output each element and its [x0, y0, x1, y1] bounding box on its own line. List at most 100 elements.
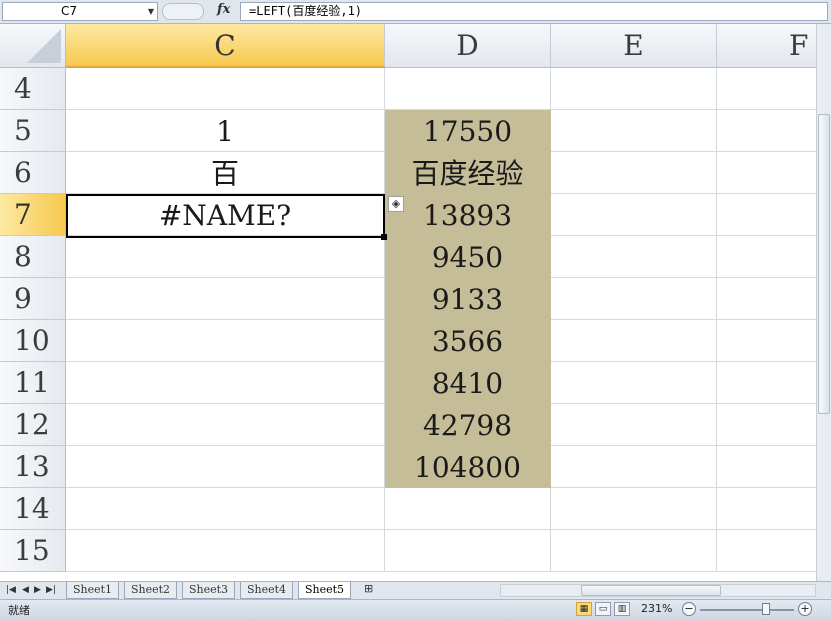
- sheet-tab-2[interactable]: Sheet2: [124, 582, 178, 599]
- sheet-tab-4[interactable]: Sheet4: [240, 582, 294, 599]
- formula-input[interactable]: =LEFT(百度经验,1): [240, 2, 828, 21]
- row-header-14[interactable]: 14: [0, 488, 66, 530]
- chevron-down-icon[interactable]: ▼: [148, 3, 154, 20]
- row-header-9[interactable]: 9: [0, 278, 66, 320]
- status-bar: 就绪 ▦ ▭ ▥ 231% − +: [0, 599, 831, 619]
- zoom-in-icon[interactable]: +: [798, 602, 812, 616]
- cell-f9[interactable]: [717, 278, 816, 320]
- select-all-button[interactable]: [0, 24, 66, 68]
- cell-d5[interactable]: 17550: [385, 110, 551, 152]
- row-header-13[interactable]: 13: [0, 446, 66, 488]
- row-header-12[interactable]: 12: [0, 404, 66, 446]
- formula-bar-resize-handle[interactable]: [162, 3, 204, 20]
- horizontal-scroll-thumb[interactable]: [581, 585, 721, 596]
- cell-f14[interactable]: [717, 488, 816, 530]
- cell-c12[interactable]: [66, 404, 385, 446]
- cell-e12[interactable]: [551, 404, 717, 446]
- row-header-4[interactable]: 4: [0, 68, 66, 110]
- cell-d13[interactable]: 104800: [385, 446, 551, 488]
- cell-f15[interactable]: [717, 530, 816, 572]
- cell-c13[interactable]: [66, 446, 385, 488]
- cell-d12[interactable]: 42798: [385, 404, 551, 446]
- cell-d11[interactable]: 8410: [385, 362, 551, 404]
- cell-d9[interactable]: 9133: [385, 278, 551, 320]
- prev-sheet-icon[interactable]: ◀: [22, 584, 29, 596]
- cell-f5[interactable]: [717, 110, 816, 152]
- next-sheet-icon[interactable]: ▶: [34, 584, 41, 596]
- sheet-tab-5[interactable]: Sheet5: [298, 582, 352, 599]
- zoom-level[interactable]: 231%: [641, 602, 672, 615]
- cell-c5[interactable]: 1: [66, 110, 385, 152]
- cell-e11[interactable]: [551, 362, 717, 404]
- insert-sheet-icon[interactable]: ⊞: [364, 583, 373, 595]
- row-header-11[interactable]: 11: [0, 362, 66, 404]
- formula-text: =LEFT(百度经验,1): [249, 4, 363, 18]
- cell-c15[interactable]: [66, 530, 385, 572]
- first-sheet-icon[interactable]: |◀: [6, 584, 16, 596]
- cell-e6[interactable]: [551, 152, 717, 194]
- cell-d10[interactable]: 3566: [385, 320, 551, 362]
- cell-d14[interactable]: [385, 488, 551, 530]
- row-header-8[interactable]: 8: [0, 236, 66, 278]
- cell-c6[interactable]: 百: [66, 152, 385, 194]
- cell-e4[interactable]: [551, 68, 717, 110]
- page-break-preview-icon[interactable]: ▥: [614, 602, 630, 616]
- cell-c7[interactable]: #NAME?: [66, 194, 385, 236]
- cell-e7[interactable]: [551, 194, 717, 236]
- cell-e14[interactable]: [551, 488, 717, 530]
- fill-handle[interactable]: [381, 234, 387, 240]
- cell-e15[interactable]: [551, 530, 717, 572]
- row-header-10[interactable]: 10: [0, 320, 66, 362]
- cell-d7[interactable]: 13893: [385, 194, 551, 236]
- cell-c9[interactable]: [66, 278, 385, 320]
- cell-f13[interactable]: [717, 446, 816, 488]
- page-layout-icon[interactable]: ▭: [595, 602, 611, 616]
- cell-d6[interactable]: 百度经验: [385, 152, 551, 194]
- cell-e10[interactable]: [551, 320, 717, 362]
- cell-c4[interactable]: [66, 68, 385, 110]
- row-header-5[interactable]: 5: [0, 110, 66, 152]
- cell-f7[interactable]: [717, 194, 816, 236]
- cell-d15[interactable]: [385, 530, 551, 572]
- name-box-value: C7: [61, 4, 78, 18]
- cell-f10[interactable]: [717, 320, 816, 362]
- worksheet-grid: C D E F 4 5 6 7 8 9 10 11 12 13 14 15 1 …: [0, 24, 816, 581]
- column-header-f[interactable]: F: [717, 24, 816, 68]
- cell-f12[interactable]: [717, 404, 816, 446]
- vertical-scrollbar[interactable]: [816, 24, 831, 581]
- formula-bar: C7 ▼ fx =LEFT(百度经验,1): [0, 0, 831, 24]
- zoom-slider-thumb[interactable]: [762, 603, 770, 615]
- row-header-15[interactable]: 15: [0, 530, 66, 572]
- column-header-e[interactable]: E: [551, 24, 717, 68]
- cell-d4[interactable]: [385, 68, 551, 110]
- vertical-scroll-thumb[interactable]: [818, 114, 830, 414]
- sheet-tab-bar: |◀ ◀ ▶ ▶| Sheet1 Sheet2 Sheet3 Sheet4 Sh…: [0, 581, 831, 599]
- cell-e13[interactable]: [551, 446, 717, 488]
- sheet-tab-1[interactable]: Sheet1: [66, 582, 120, 599]
- name-box[interactable]: C7 ▼: [2, 2, 158, 21]
- insert-function-icon[interactable]: fx: [217, 2, 230, 17]
- zoom-slider[interactable]: [700, 609, 794, 611]
- row-header-7[interactable]: 7: [0, 194, 66, 236]
- cell-e8[interactable]: [551, 236, 717, 278]
- cell-f6[interactable]: [717, 152, 816, 194]
- row-header-6[interactable]: 6: [0, 152, 66, 194]
- last-sheet-icon[interactable]: ▶|: [46, 584, 56, 596]
- cell-d8[interactable]: 9450: [385, 236, 551, 278]
- cell-c8[interactable]: [66, 236, 385, 278]
- cell-f4[interactable]: [717, 68, 816, 110]
- cell-e5[interactable]: [551, 110, 717, 152]
- zoom-out-icon[interactable]: −: [682, 602, 696, 616]
- cell-f8[interactable]: [717, 236, 816, 278]
- cell-c11[interactable]: [66, 362, 385, 404]
- column-header-c[interactable]: C: [66, 24, 385, 68]
- normal-view-icon[interactable]: ▦: [576, 602, 592, 616]
- sheet-tab-3[interactable]: Sheet3: [182, 582, 236, 599]
- horizontal-scrollbar[interactable]: [500, 584, 816, 597]
- cell-f11[interactable]: [717, 362, 816, 404]
- column-header-d[interactable]: D: [385, 24, 551, 68]
- warning-diamond-icon[interactable]: ◈: [388, 196, 404, 212]
- cell-c10[interactable]: [66, 320, 385, 362]
- cell-c14[interactable]: [66, 488, 385, 530]
- cell-e9[interactable]: [551, 278, 717, 320]
